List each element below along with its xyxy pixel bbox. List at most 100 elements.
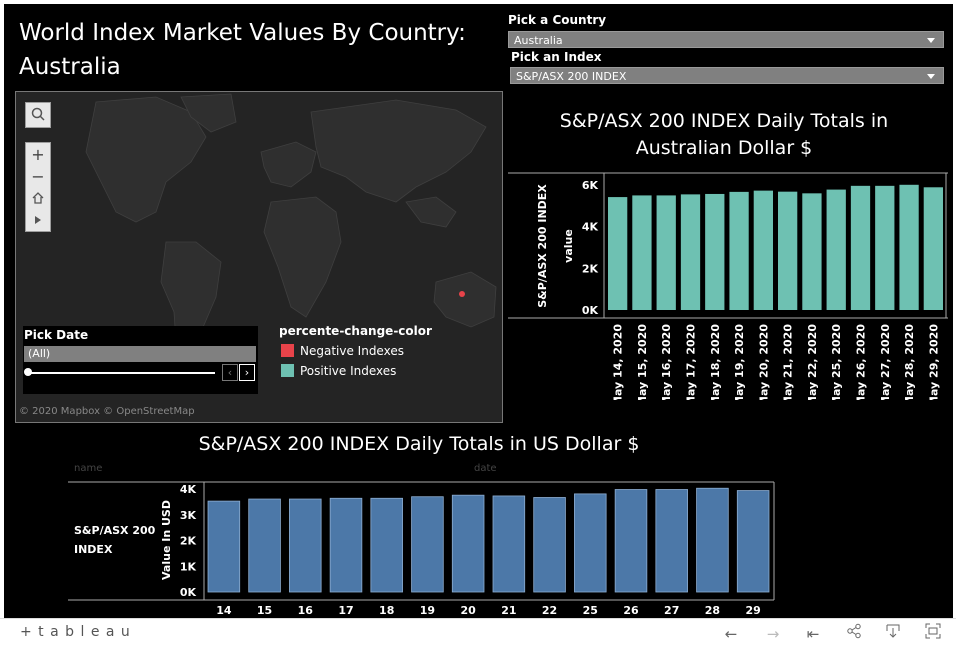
share-icon[interactable]	[843, 623, 865, 645]
row-label: S&P/ASX 200 INDEX	[536, 184, 549, 308]
x-tick-label: 26	[623, 604, 639, 617]
x-tick-label: May 20, 2020	[757, 324, 770, 400]
legend-item-negative[interactable]: Negative Indexes	[281, 344, 404, 358]
aud-bar-chart: S&P/ASX 200 INDEX value 0K 2K 4K 6K May 14, 20…	[508, 172, 948, 400]
bar[interactable]	[207, 500, 241, 593]
legend-swatch-positive	[281, 364, 294, 377]
legend-item-positive[interactable]: Positive Indexes	[281, 364, 396, 378]
x-tick-label: May 21, 2020	[782, 324, 795, 400]
bar[interactable]	[826, 189, 846, 310]
x-tick-label: May 28, 2020	[903, 324, 916, 400]
australia-point[interactable]	[459, 291, 465, 297]
row-label: S&P/ASX 200	[74, 524, 156, 537]
y-axis-label: Value In USD	[160, 500, 173, 580]
pick-date-value[interactable]: (All)	[24, 346, 256, 362]
legend-title: percente-change-color	[279, 324, 432, 338]
bar[interactable]	[705, 193, 725, 310]
bar[interactable]	[875, 185, 895, 310]
slider-next-button[interactable]: ›	[239, 364, 255, 381]
y-tick-label: 6K	[582, 179, 599, 192]
country-dropdown[interactable]: Australia	[508, 31, 944, 48]
bar[interactable]	[778, 191, 798, 310]
y-tick-label: 4K	[582, 221, 599, 234]
dashboard: World Index Market Values By Country: Au…	[4, 4, 953, 618]
bar[interactable]	[370, 497, 403, 593]
bar[interactable]	[574, 493, 607, 593]
date-slider-handle[interactable]	[24, 368, 32, 376]
search-icon	[26, 103, 50, 125]
bar[interactable]	[729, 191, 749, 310]
country-dropdown-value: Australia	[514, 34, 563, 47]
pick-date-label: Pick Date	[24, 328, 89, 342]
y-tick-label: 3K	[180, 509, 197, 522]
bar[interactable]	[614, 489, 648, 593]
map-search-button[interactable]	[25, 102, 51, 128]
home-icon[interactable]	[26, 187, 50, 209]
x-tick-label: 14	[216, 604, 232, 617]
x-tick-label: 25	[583, 604, 598, 617]
undo-icon[interactable]: ←	[720, 623, 742, 645]
revert-icon[interactable]: ⇤	[802, 623, 824, 645]
y-tick-label: 2K	[180, 535, 197, 548]
zoom-in-icon[interactable]: +	[26, 143, 50, 165]
slider-prev-button[interactable]: ‹	[222, 364, 238, 381]
x-tick-label: 19	[420, 604, 435, 617]
x-tick-label: May 25, 2020	[830, 324, 843, 400]
bar[interactable]	[451, 494, 485, 593]
bar[interactable]	[656, 195, 676, 310]
bar[interactable]	[899, 184, 919, 310]
chevron-down-icon	[927, 38, 935, 43]
x-tick-label: 15	[257, 604, 272, 617]
index-picker-label: Pick an Index	[511, 50, 602, 64]
y-tick-label: 0K	[582, 304, 599, 317]
country-picker-label: Pick a Country	[508, 13, 607, 27]
legend-swatch-negative	[281, 344, 294, 357]
bar[interactable]	[329, 497, 363, 593]
x-tick-label: May 29, 2020	[927, 324, 940, 400]
y-tick-label: 0K	[180, 586, 197, 599]
x-tick-label: 27	[664, 604, 679, 617]
index-dropdown[interactable]: S&P/ASX 200 INDEX	[510, 67, 944, 84]
download-icon[interactable]	[882, 623, 904, 645]
bar[interactable]	[533, 497, 566, 593]
x-tick-label: 20	[460, 604, 476, 617]
y-tick-label: 1K	[180, 560, 197, 573]
bar[interactable]	[411, 496, 444, 593]
usd-chart-title: S&P/ASX 200 INDEX Daily Totals in US Dol…	[198, 433, 640, 455]
x-tick-label: 22	[542, 604, 557, 617]
bar[interactable]	[850, 185, 871, 310]
fullscreen-icon[interactable]	[922, 623, 944, 645]
x-tick-label: May 22, 2020	[806, 324, 819, 400]
x-tick-label: 18	[379, 604, 394, 617]
world-map[interactable]: + − Pick Date (All) ‹ › percente-change-…	[15, 91, 503, 423]
bar[interactable]	[492, 495, 526, 593]
index-dropdown-value: S&P/ASX 200 INDEX	[516, 70, 627, 83]
x-tick-label: May 18, 2020	[709, 324, 722, 400]
tableau-logo[interactable]: + t a b l e a u	[20, 624, 131, 640]
chevron-down-icon	[927, 74, 935, 79]
bar[interactable]	[608, 197, 628, 310]
pick-date-filter: Pick Date (All) ‹ ›	[23, 326, 258, 394]
bar[interactable]	[248, 498, 281, 593]
date-slider-track[interactable]	[27, 372, 215, 374]
bar[interactable]	[753, 190, 773, 310]
x-tick-label: 29	[745, 604, 760, 617]
redo-icon[interactable]: →	[762, 623, 784, 645]
map-zoom-controls: + −	[25, 142, 51, 232]
zoom-out-icon[interactable]: −	[26, 165, 50, 187]
map-attribution: © 2020 Mapbox © OpenStreetMap	[19, 406, 195, 417]
bar[interactable]	[802, 193, 822, 310]
bar[interactable]	[289, 498, 322, 593]
play-icon[interactable]	[26, 209, 50, 231]
x-tick-label: 16	[298, 604, 314, 617]
y-tick-label: 2K	[582, 262, 599, 275]
bar[interactable]	[680, 194, 701, 310]
bar[interactable]	[736, 490, 770, 593]
page-title: World Index Market Values By Country: Au…	[19, 20, 466, 80]
bar[interactable]	[632, 195, 652, 310]
bar[interactable]	[655, 489, 688, 593]
bar[interactable]	[696, 487, 729, 593]
tableau-footer: + t a b l e a u ← → ⇤	[0, 618, 956, 648]
x-tick-label: 17	[338, 604, 353, 617]
bar[interactable]	[923, 187, 943, 310]
